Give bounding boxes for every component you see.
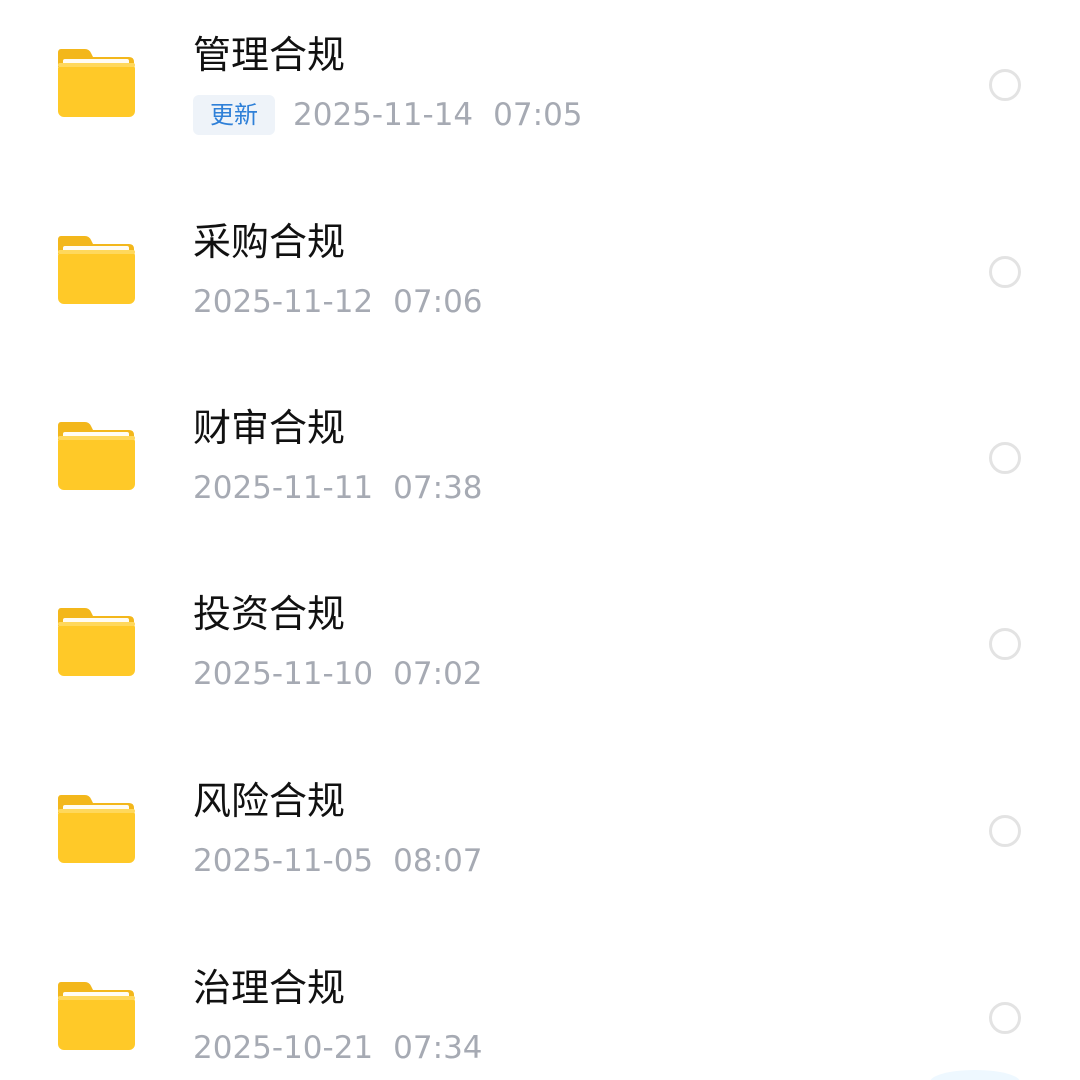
folder-title: 投资合规	[193, 592, 346, 636]
modified-date: 2025-11-05	[193, 843, 374, 879]
folder-icon	[57, 793, 135, 863]
update-badge: 更新	[193, 95, 275, 135]
list-item[interactable]: 投资合规 2025-11-10 07:02	[0, 559, 1080, 745]
modified-date: 2025-11-14	[293, 97, 474, 133]
folder-meta: 2025-11-12 07:06	[193, 282, 483, 322]
modified-time: 07:38	[393, 470, 483, 506]
modified-time: 07:02	[393, 656, 483, 692]
folder-icon	[57, 47, 135, 117]
modified-time: 07:06	[393, 284, 483, 320]
list-item[interactable]: 采购合规 2025-11-12 07:06	[0, 187, 1080, 373]
folder-meta: 2025-11-05 08:07	[193, 841, 483, 881]
list-item[interactable]: 风险合规 2025-11-05 08:07	[0, 746, 1080, 932]
folder-title: 治理合规	[193, 966, 346, 1010]
folder-icon	[57, 606, 135, 676]
folder-title: 财审合规	[193, 406, 346, 450]
select-radio[interactable]	[989, 442, 1021, 474]
select-radio[interactable]	[989, 256, 1021, 288]
folder-list: 管理合规 更新 2025-11-14 07:05 采购合规 2025-11-12…	[0, 0, 1080, 1080]
list-item[interactable]: 治理合规 2025-10-21 07:34	[0, 933, 1080, 1080]
folder-icon	[57, 980, 135, 1050]
list-item[interactable]: 管理合规 更新 2025-11-14 07:05	[0, 0, 1080, 186]
modified-date: 2025-10-21	[193, 1030, 374, 1066]
list-item[interactable]: 财审合规 2025-11-11 07:38	[0, 373, 1080, 559]
folder-meta: 2025-10-21 07:34	[193, 1028, 483, 1068]
folder-meta: 2025-11-11 07:38	[193, 468, 483, 508]
modified-date: 2025-11-10	[193, 656, 374, 692]
modified-time: 08:07	[393, 843, 483, 879]
select-radio[interactable]	[989, 628, 1021, 660]
modified-date: 2025-11-12	[193, 284, 374, 320]
folder-title: 采购合规	[193, 220, 346, 264]
folder-icon	[57, 234, 135, 304]
select-radio[interactable]	[989, 69, 1021, 101]
folder-icon	[57, 420, 135, 490]
folder-meta: 更新 2025-11-14 07:05	[193, 95, 583, 135]
modified-time: 07:05	[493, 97, 583, 133]
modified-date: 2025-11-11	[193, 470, 374, 506]
folder-title: 风险合规	[193, 779, 346, 823]
modified-time: 07:34	[393, 1030, 483, 1066]
select-radio[interactable]	[989, 815, 1021, 847]
folder-title: 管理合规	[193, 33, 346, 77]
select-radio[interactable]	[989, 1002, 1021, 1034]
folder-meta: 2025-11-10 07:02	[193, 654, 483, 694]
